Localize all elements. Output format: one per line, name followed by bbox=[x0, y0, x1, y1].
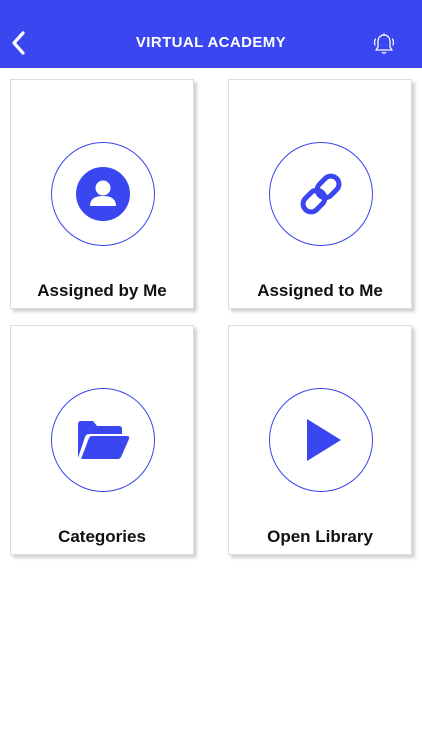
tile-categories[interactable]: Categories bbox=[10, 325, 194, 555]
back-button[interactable] bbox=[4, 26, 32, 60]
tile-assigned-to-me[interactable]: Assigned to Me bbox=[228, 79, 412, 309]
tile-assigned-by-me[interactable]: Assigned by Me bbox=[10, 79, 194, 309]
icon-ring bbox=[51, 142, 155, 246]
page-title: VIRTUAL ACADEMY bbox=[135, 34, 287, 51]
tile-label: Open Library bbox=[267, 527, 373, 546]
tile-open-library[interactable]: Open Library bbox=[228, 325, 412, 555]
chevron-left-icon bbox=[12, 31, 25, 55]
icon-ring bbox=[269, 142, 373, 246]
bell-outline-icon bbox=[374, 33, 394, 54]
icon-ring bbox=[269, 388, 373, 492]
tile-label: Assigned to Me bbox=[257, 281, 383, 300]
tile-label: Assigned by Me bbox=[37, 281, 167, 300]
icon-ring bbox=[51, 388, 155, 492]
notifications-button[interactable] bbox=[370, 30, 398, 58]
tile-label: Categories bbox=[58, 527, 146, 546]
folder-open-icon bbox=[78, 421, 130, 459]
link-icon bbox=[300, 173, 342, 215]
app-header: VIRTUAL ACADEMY bbox=[0, 0, 422, 68]
user-avatar-icon bbox=[76, 167, 130, 221]
play-icon bbox=[307, 419, 341, 461]
